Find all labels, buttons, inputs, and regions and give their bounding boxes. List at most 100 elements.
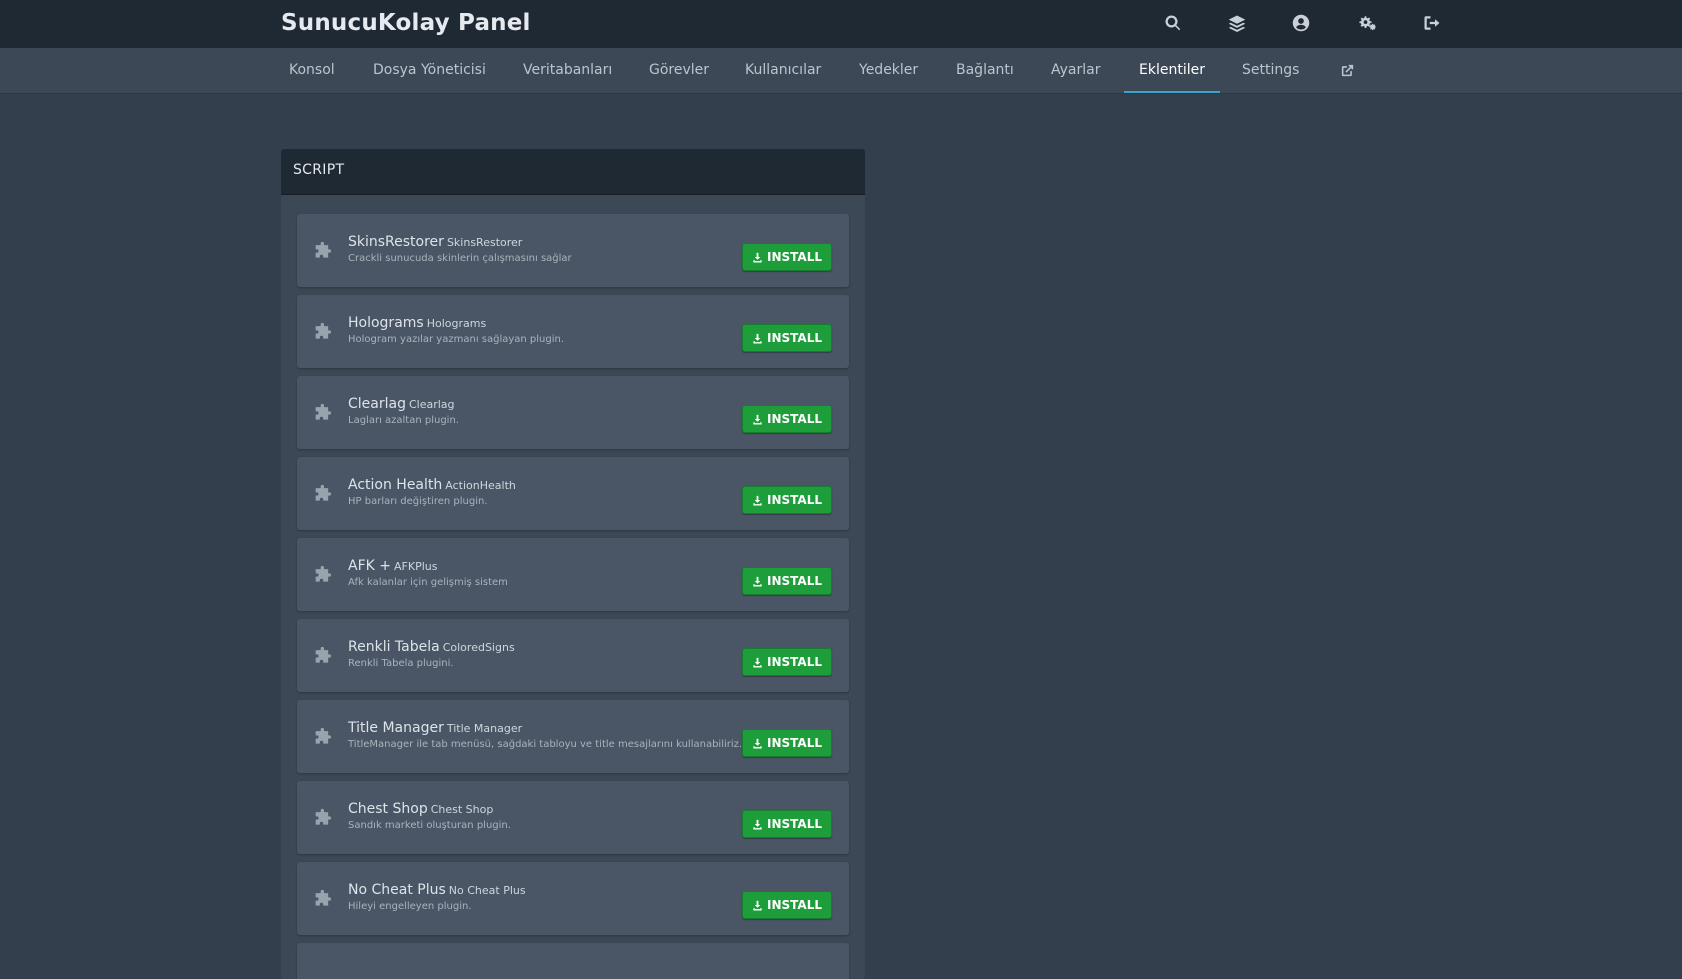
plugin-text: No Cheat Plus No Cheat Plus Hileyi engell…	[348, 882, 719, 912]
plugin-item: No Cheat Plus No Cheat Plus Hileyi engell…	[297, 862, 849, 935]
tab-baglanti[interactable]: Bağlantı	[956, 48, 1014, 93]
plugin-item: Chest Shop Chest Shop Sandık marketi oluş…	[297, 781, 849, 854]
plugin-description: Renkli Tabela plugini.	[348, 658, 454, 669]
plugin-description: TitleManager ile tab menüsü, sağdaki tab…	[348, 739, 743, 750]
install-button[interactable]: INSTALL	[742, 405, 832, 433]
plugin-text	[348, 963, 719, 979]
tab-dosya-yoneticisi[interactable]: Dosya Yöneticisi	[373, 48, 486, 93]
install-button[interactable]: INSTALL	[742, 648, 832, 676]
plugin-name: Clearlag	[348, 396, 406, 412]
puzzle-icon	[314, 565, 334, 585]
plugin-name: Holograms	[348, 315, 424, 331]
plugin-item: Action Health ActionHealth HP barları değ…	[297, 457, 849, 530]
install-button[interactable]: INSTALL	[742, 729, 832, 757]
plugin-title: Holograms Holograms	[348, 315, 719, 331]
plugin-id: SkinsRestorer	[446, 236, 523, 249]
tab-gorevler[interactable]: Görevler	[649, 48, 709, 93]
puzzle-icon	[314, 241, 334, 261]
plugin-item: SkinsRestorer SkinsRestorer Crackli sunuc…	[297, 214, 849, 287]
top-bar: SunucuKolay Panel	[0, 0, 1682, 48]
plugin-id: ColoredSigns	[442, 641, 515, 654]
tab-yedekler[interactable]: Yedekler	[859, 48, 918, 93]
plugin-id: Holograms	[426, 317, 487, 330]
external-link-icon[interactable]	[1340, 48, 1355, 93]
puzzle-icon	[314, 322, 334, 342]
download-icon	[753, 576, 762, 587]
install-button[interactable]: INSTALL	[742, 243, 832, 271]
plugin-name: SkinsRestorer	[348, 234, 444, 250]
download-icon	[753, 252, 762, 263]
tab-settings[interactable]: Settings	[1242, 48, 1299, 93]
install-button-label: INSTALL	[767, 493, 822, 507]
install-button-label: INSTALL	[767, 412, 822, 426]
puzzle-icon	[314, 727, 334, 747]
plugin-description: HP barları değiştiren plugin.	[348, 496, 488, 507]
plugin-item: Clearlag Clearlag Lagları azaltan plugin.…	[297, 376, 849, 449]
plugin-title: Renkli Tabela ColoredSigns	[348, 639, 719, 655]
install-button[interactable]: INSTALL	[742, 567, 832, 595]
plugin-description: Lagları azaltan plugin.	[348, 415, 459, 426]
puzzle-icon	[314, 808, 334, 828]
plugin-id: Chest Shop	[430, 803, 494, 816]
plugin-item: Holograms Holograms Hologram yazılar yazm…	[297, 295, 849, 368]
plugin-name: AFK +	[348, 558, 391, 574]
plugin-item	[297, 943, 849, 979]
plugin-title: No Cheat Plus No Cheat Plus	[348, 882, 719, 898]
layers-icon[interactable]	[1226, 12, 1248, 34]
puzzle-icon	[314, 646, 334, 666]
plugin-name: Renkli Tabela	[348, 639, 440, 655]
plugin-id: ActionHealth	[445, 479, 516, 492]
plugin-text: AFK + AFKPlus Afk kalanlar için gelişmiş …	[348, 558, 719, 588]
panel-header: SCRIPT	[281, 149, 865, 195]
plugin-id: No Cheat Plus	[448, 884, 526, 897]
plugin-text: Chest Shop Chest Shop Sandık marketi oluş…	[348, 801, 719, 831]
install-button[interactable]: INSTALL	[742, 810, 832, 838]
install-button-label: INSTALL	[767, 898, 822, 912]
plugin-text: Title Manager Title Manager TitleManager …	[348, 720, 743, 750]
plugin-id: Clearlag	[408, 398, 455, 411]
plugin-title: AFK + AFKPlus	[348, 558, 719, 574]
app-title[interactable]: SunucuKolay Panel	[281, 6, 531, 40]
search-icon[interactable]	[1162, 12, 1184, 34]
download-icon	[753, 819, 762, 830]
download-icon	[753, 900, 762, 911]
plugins-panel: SCRIPT SkinsRestorer SkinsRestorer Crackl…	[281, 149, 865, 979]
account-icon[interactable]	[1290, 12, 1312, 34]
plugin-title	[348, 963, 719, 979]
plugin-list: SkinsRestorer SkinsRestorer Crackli sunuc…	[297, 214, 849, 979]
plugin-item: Renkli Tabela ColoredSigns Renkli Tabela …	[297, 619, 849, 692]
plugin-title: Action Health ActionHealth	[348, 477, 719, 493]
download-icon	[753, 414, 762, 425]
plugin-description: Crackli sunucuda skinlerin çalışmasını s…	[348, 253, 572, 264]
puzzle-icon	[314, 484, 334, 504]
install-button[interactable]: INSTALL	[742, 891, 832, 919]
install-button-label: INSTALL	[767, 574, 822, 588]
install-button[interactable]: INSTALL	[742, 324, 832, 352]
install-button-label: INSTALL	[767, 250, 822, 264]
tab-konsol[interactable]: Konsol	[289, 48, 335, 93]
plugin-description: Afk kalanlar için gelişmiş sistem	[348, 577, 508, 588]
install-button-label: INSTALL	[767, 655, 822, 669]
settings-icon[interactable]	[1356, 12, 1378, 34]
plugin-title: Clearlag Clearlag	[348, 396, 719, 412]
tab-ayarlar[interactable]: Ayarlar	[1051, 48, 1100, 93]
plugin-description: Hileyi engelleyen plugin.	[348, 901, 472, 912]
tab-veritabanlari[interactable]: Veritabanları	[523, 48, 612, 93]
plugin-id: Title Manager	[446, 722, 523, 735]
download-icon	[753, 657, 762, 668]
plugin-name: No Cheat Plus	[348, 882, 446, 898]
plugin-text: Holograms Holograms Hologram yazılar yazm…	[348, 315, 719, 345]
plugin-text: Clearlag Clearlag Lagları azaltan plugin.	[348, 396, 719, 426]
download-icon	[753, 333, 762, 344]
install-button[interactable]: INSTALL	[742, 486, 832, 514]
plugin-item: Title Manager Title Manager TitleManager …	[297, 700, 849, 773]
plugin-description: Hologram yazılar yazmanı sağlayan plugin…	[348, 334, 565, 345]
plugin-title: SkinsRestorer SkinsRestorer	[348, 234, 719, 250]
install-button-label: INSTALL	[767, 817, 822, 831]
plugin-id: AFKPlus	[394, 560, 438, 573]
plugin-name: Action Health	[348, 477, 443, 493]
logout-icon[interactable]	[1421, 12, 1443, 34]
tab-eklentiler[interactable]: Eklentiler	[1124, 48, 1220, 93]
puzzle-icon	[314, 403, 334, 423]
tab-kullanicilar[interactable]: Kullanıcılar	[745, 48, 821, 93]
